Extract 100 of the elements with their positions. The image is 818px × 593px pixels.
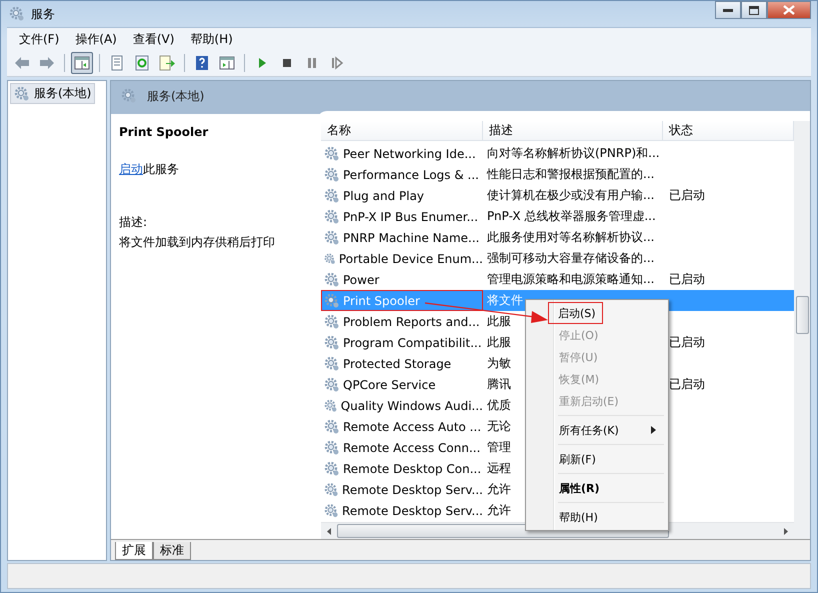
menu-item[interactable]: 启动(S) [548, 302, 603, 324]
service-name-text: Quality Windows Audi... [340, 398, 483, 412]
gear-icon [324, 230, 340, 246]
service-name-text: Remote Access Auto ... [343, 420, 482, 434]
table-cell: 此服务使用对等名称解析协议... [487, 229, 654, 246]
service-name-text: Remote Desktop Serv... [342, 482, 483, 496]
service-name-text: Portable Device Enum... [338, 252, 483, 266]
arrow-left-icon [14, 55, 30, 71]
menu-item[interactable]: 查看(V) [126, 30, 180, 48]
scroll-left-icon [327, 528, 331, 534]
minimize-icon [723, 8, 733, 12]
gear-icon [324, 398, 338, 414]
table-cell: 远程 [487, 460, 511, 477]
table-cell: 向对等名称解析协议(PNRP)和... [487, 145, 660, 162]
name-cell[interactable]: Plug and Play [321, 185, 483, 206]
table-cell: 已启动 [669, 376, 705, 393]
service-name-text: Remote Desktop Serv... [342, 504, 483, 518]
minimize-button[interactable] [715, 1, 741, 19]
menu-item[interactable]: 帮助(H) [528, 506, 599, 528]
gear-icon [324, 460, 340, 476]
tree-item[interactable]: 服务(本地) [10, 83, 96, 104]
table-cell: 为敏 [487, 355, 511, 372]
description-text: 将文件加载到内存供稍后打印 [119, 234, 276, 251]
name-cell[interactable]: Protected Storage [321, 353, 483, 374]
name-cell[interactable]: Problem Reports and... [321, 311, 483, 332]
gear-icon [324, 376, 340, 392]
name-cell[interactable]: Remote Desktop Serv... [321, 500, 483, 521]
service-name-text: Remote Access Conn... [343, 440, 480, 454]
menu-item[interactable]: 所有任务(K) [528, 419, 620, 441]
table-cell: 已启动 [669, 271, 705, 288]
table-cell: 强制可移动大容量存储设备的... [487, 250, 654, 267]
table-cell: 允许 [487, 502, 511, 519]
service-name-text: PnP-X IP Bus Enumer... [343, 210, 478, 224]
scroll-right-icon [784, 528, 788, 534]
service-name-text: Remote Desktop Con... [343, 462, 482, 476]
table-cell: 此服 [487, 313, 511, 330]
action-text: 此服务 [143, 162, 179, 176]
menu-item[interactable]: 文件(F) [13, 30, 66, 48]
name-cell[interactable]: Quality Windows Audi... [321, 395, 483, 416]
service-name-text: Print Spooler [343, 294, 420, 308]
maximize-button[interactable] [741, 1, 767, 19]
gear-icon [121, 88, 137, 104]
name-cell[interactable]: Remote Access Conn... [321, 437, 483, 458]
description-label: 描述: [119, 214, 148, 231]
service-name-text: Performance Logs & ... [343, 168, 479, 182]
vertical-scrollbar[interactable] [794, 121, 810, 539]
service-name-text: Power [343, 272, 380, 286]
refresh-icon [134, 55, 150, 71]
service-name-text: Problem Reports and... [343, 314, 480, 328]
maximize-icon [749, 6, 759, 14]
menu-item[interactable]: 帮助(H) [184, 30, 239, 48]
table-cell: 无论 [487, 418, 511, 435]
gear-icon [324, 418, 340, 434]
name-cell[interactable]: Peer Networking Ide... [321, 143, 483, 164]
name-cell[interactable]: Remote Desktop Serv... [321, 479, 483, 500]
name-cell[interactable]: Program Compatibilit... [321, 332, 483, 353]
tree-button[interactable] [71, 52, 93, 74]
gear-icon [324, 166, 340, 182]
table-cell: 管理 [487, 439, 511, 456]
column-header[interactable]: 名称 [321, 121, 483, 141]
table-cell: 性能日志和警报根据预配置的... [487, 166, 654, 183]
table-cell: 此服 [487, 334, 511, 351]
gear-icon [324, 292, 340, 308]
pane-title: 服务(本地) [147, 88, 204, 104]
gear-icon [324, 334, 340, 350]
gear-icon [324, 482, 340, 498]
table-cell: 已启动 [669, 187, 705, 204]
close-button[interactable] [767, 1, 811, 19]
column-header[interactable]: 状态 [663, 121, 794, 141]
name-cell[interactable]: Remote Access Auto ... [321, 416, 483, 437]
submenu-arrow-icon [651, 426, 656, 434]
name-cell[interactable]: PNRP Machine Name... [321, 227, 483, 248]
app-icon [9, 6, 25, 22]
menu-item[interactable]: 刷新(F) [528, 448, 597, 470]
arrow-right-icon [39, 55, 55, 71]
name-cell[interactable]: Remote Desktop Con... [321, 458, 483, 479]
service-name: Print Spooler [119, 125, 210, 139]
tab[interactable]: 标准 [153, 542, 191, 560]
service-name-text: QPCore Service [343, 378, 436, 392]
gear-icon [324, 250, 336, 266]
gear-icon [324, 440, 340, 456]
start-link[interactable]: 启动 [119, 162, 143, 176]
name-cell[interactable]: PnP-X IP Bus Enumer... [321, 206, 483, 227]
export-icon [159, 55, 175, 71]
menu-item[interactable]: 属性(R) [528, 477, 601, 499]
gear-icon [324, 208, 340, 224]
service-name-text: Program Compatibilit... [343, 336, 482, 350]
name-cell[interactable]: Portable Device Enum... [321, 248, 483, 269]
name-cell[interactable]: QPCore Service [321, 374, 483, 395]
menu-item[interactable]: 操作(A) [69, 30, 123, 48]
gear-icon [324, 272, 340, 288]
resume-icon [329, 55, 345, 71]
table-cell: 已启动 [669, 334, 705, 351]
column-header[interactable]: 描述 [483, 121, 663, 141]
table-cell: PnP-X 总线枚举器服务管理虚... [487, 208, 656, 225]
tab[interactable]: 扩展 [115, 542, 153, 560]
table-cell: 使计算机在极少或没有用户输... [487, 187, 654, 204]
name-cell[interactable]: Performance Logs & ... [321, 164, 483, 185]
name-cell[interactable]: Power [321, 269, 483, 290]
help-icon [194, 55, 210, 71]
